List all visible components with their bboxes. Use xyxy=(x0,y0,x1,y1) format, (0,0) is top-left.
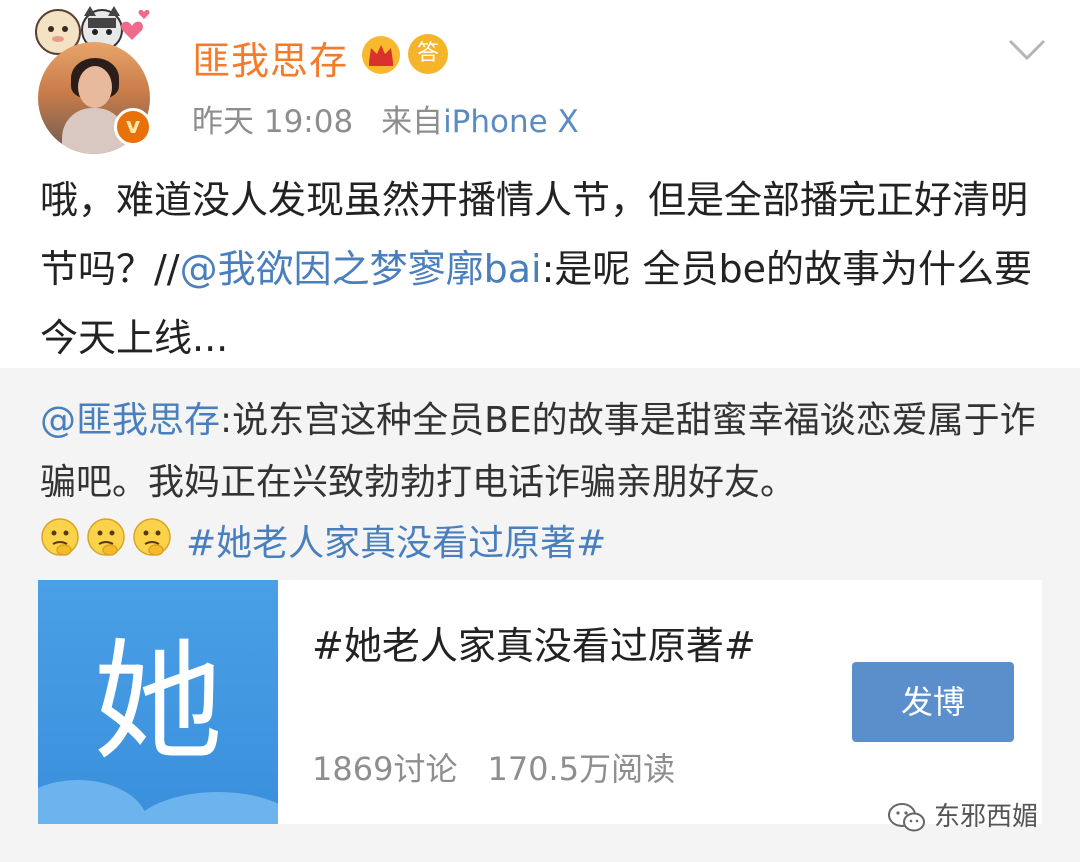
wechat-icon xyxy=(888,802,925,831)
topic-card-stats: 1869讨论 170.5万阅读 xyxy=(312,744,675,790)
quoted-mention-link[interactable]: @匪我思存 xyxy=(40,400,220,441)
chevron-down-icon[interactable] xyxy=(1008,38,1046,62)
username[interactable]: 匪我思存 xyxy=(192,30,348,85)
thinking-face-emoji-icon xyxy=(87,518,125,556)
post-time: 昨天 19:08 xyxy=(192,104,354,140)
thinking-face-emoji-icon xyxy=(133,518,171,556)
mention-link[interactable]: @我欲因之梦寥廓bai xyxy=(180,247,542,291)
watermark: 东邪西媚 xyxy=(888,796,1038,834)
cloud-shape xyxy=(38,780,148,824)
crown-icon xyxy=(362,36,400,74)
post-topic-button[interactable]: 发博 xyxy=(852,662,1014,742)
post-body: 哦，难道没人发现虽然开播情人节，但是全部播完正好清明节吗？//@我欲因之梦寥廓b… xyxy=(40,166,1050,373)
topic-card-title[interactable]: #她老人家真没看过原著# xyxy=(312,616,832,676)
emoji-row xyxy=(40,517,178,563)
read-count: 170.5万阅读 xyxy=(487,750,676,788)
post-device[interactable]: iPhone X xyxy=(443,104,579,140)
topic-card[interactable]: 她 #她老人家真没看过原著# 1869讨论 170.5万阅读 发博 xyxy=(38,580,1042,824)
hashtag-link[interactable]: #她老人家真没看过原著# xyxy=(186,514,606,566)
verified-badge-icon: v xyxy=(114,108,152,146)
quoted-post-body: @匪我思存:说东宫这种全员BE的故事是甜蜜幸福谈恋爱属于诈骗吧。我妈正在兴致勃勃… xyxy=(40,390,1050,514)
quoted-post[interactable]: @匪我思存:说东宫这种全员BE的故事是甜蜜幸福谈恋爱属于诈骗吧。我妈正在兴致勃勃… xyxy=(0,368,1080,862)
thinking-face-emoji-icon xyxy=(41,518,79,556)
watermark-text: 东邪西媚 xyxy=(934,802,1039,832)
post-header: v 匪我思存 答 昨天 19:08 来自iPhone X xyxy=(0,0,1080,160)
cloud-shape xyxy=(128,792,278,824)
topic-card-image-char: 她 xyxy=(92,626,223,778)
discussion-count: 1869讨论 xyxy=(312,750,458,788)
post-source-label: 来自 xyxy=(381,104,444,140)
post-meta: 昨天 19:08 来自iPhone X xyxy=(192,96,579,141)
avatar-face xyxy=(78,66,112,108)
topic-card-image[interactable]: 她 xyxy=(38,580,278,824)
answer-badge-icon: 答 xyxy=(408,34,448,74)
